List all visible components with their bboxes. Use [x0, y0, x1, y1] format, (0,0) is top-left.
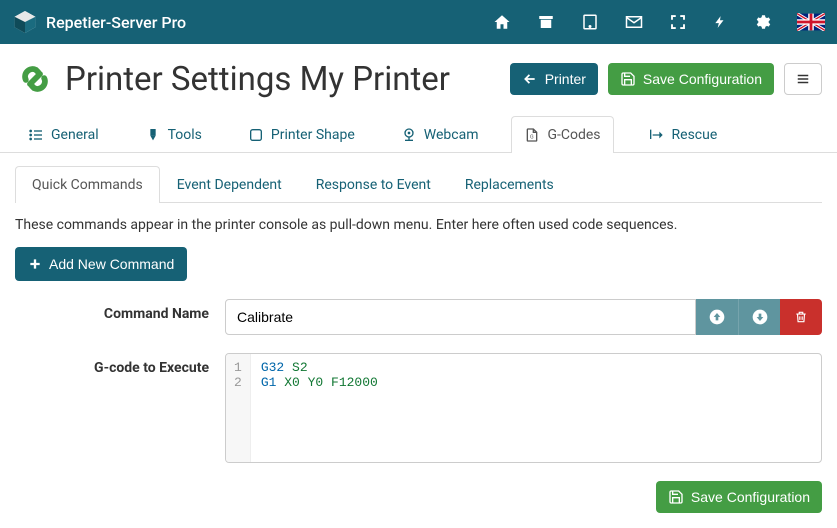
printer-button-label: Printer — [545, 71, 586, 87]
svg-text:G: G — [530, 134, 534, 140]
gcode-row: G-code to Execute 1 2 G32 S2 G1 X0 Y0 F1… — [15, 353, 822, 463]
chain-link-icon — [15, 59, 55, 99]
tab-gcodes[interactable]: G G-Codes — [511, 116, 613, 153]
uk-flag-icon — [797, 13, 825, 31]
nav-icons — [493, 13, 825, 31]
shape-icon — [248, 127, 264, 143]
tab-webcam-label: Webcam — [424, 127, 479, 143]
description-text: These commands appear in the printer con… — [15, 217, 822, 233]
rescue-icon — [647, 127, 665, 143]
delete-command-button[interactable] — [780, 299, 822, 335]
trash-icon — [794, 309, 808, 325]
back-arrow-icon — [522, 72, 538, 86]
gear-icon[interactable] — [753, 13, 771, 31]
gcode-body[interactable]: G32 S2 G1 X0 Y0 F12000 — [251, 354, 388, 462]
tab-rescue-label: Rescue — [672, 127, 718, 143]
page-header: Printer Settings My Printer Printer Save… — [0, 44, 837, 109]
mail-icon[interactable] — [625, 13, 643, 31]
extruder-icon — [145, 127, 161, 143]
tab-rescue[interactable]: Rescue — [634, 116, 731, 153]
tab-general[interactable]: General — [15, 116, 112, 153]
tab-printer-shape[interactable]: Printer Shape — [235, 116, 368, 153]
subtab-event-dependent[interactable]: Event Dependent — [160, 166, 299, 203]
save-configuration-footer-button[interactable]: Save Configuration — [656, 481, 822, 513]
command-name-label: Command Name — [15, 299, 225, 322]
hamburger-icon — [795, 72, 811, 86]
top-navbar: Repetier-Server Pro — [0, 0, 837, 44]
sub-tabs: Quick Commands Event Dependent Response … — [15, 165, 822, 203]
move-down-button[interactable] — [738, 299, 780, 335]
primary-tabs: General Tools Printer Shape Webcam G G-C… — [0, 115, 837, 153]
command-name-row: Command Name — [15, 299, 822, 335]
archive-icon[interactable] — [537, 13, 555, 31]
brand[interactable]: Repetier-Server Pro — [12, 9, 186, 35]
app-logo-icon — [12, 9, 38, 35]
tab-tools[interactable]: Tools — [132, 116, 215, 153]
save-icon — [668, 489, 684, 505]
save-configuration-button[interactable]: Save Configuration — [608, 63, 774, 95]
language-flag[interactable] — [797, 13, 825, 31]
footer-save-label: Save Configuration — [691, 489, 810, 505]
printer-button[interactable]: Printer — [510, 63, 598, 95]
list-icon — [28, 127, 44, 143]
bolt-icon[interactable] — [713, 13, 727, 31]
add-new-command-button[interactable]: Add New Command — [15, 247, 187, 281]
command-name-input[interactable] — [225, 299, 696, 335]
gcode-file-icon: G — [524, 127, 540, 143]
arrow-up-icon — [709, 309, 725, 325]
save-button-label: Save Configuration — [643, 71, 762, 87]
arrow-down-icon — [752, 309, 768, 325]
gcode-label: G-code to Execute — [15, 353, 225, 376]
tab-webcam[interactable]: Webcam — [388, 116, 492, 153]
hamburger-menu-button[interactable] — [784, 63, 822, 95]
webcam-icon — [401, 127, 417, 143]
gcode-gutter: 1 2 — [226, 354, 251, 462]
brand-text: Repetier-Server Pro — [46, 13, 186, 32]
subtab-quick-commands[interactable]: Quick Commands — [15, 166, 160, 203]
tablet-icon[interactable] — [581, 13, 599, 31]
add-button-label: Add New Command — [49, 256, 174, 272]
tab-tools-label: Tools — [168, 127, 202, 143]
tab-general-label: General — [51, 127, 99, 143]
tab-gcodes-label: G-Codes — [547, 127, 600, 143]
content-area: These commands appear in the printer con… — [0, 203, 837, 481]
tab-printer-shape-label: Printer Shape — [271, 127, 355, 143]
move-up-button[interactable] — [696, 299, 738, 335]
gcode-editor[interactable]: 1 2 G32 S2 G1 X0 Y0 F12000 — [225, 353, 822, 463]
save-icon — [620, 71, 636, 87]
plus-icon — [28, 257, 42, 271]
fullscreen-icon[interactable] — [669, 13, 687, 31]
home-icon[interactable] — [493, 13, 511, 31]
subtab-response-to-event[interactable]: Response to Event — [299, 166, 448, 203]
page-title: Printer Settings My Printer — [65, 60, 450, 99]
subtab-replacements[interactable]: Replacements — [448, 166, 571, 203]
